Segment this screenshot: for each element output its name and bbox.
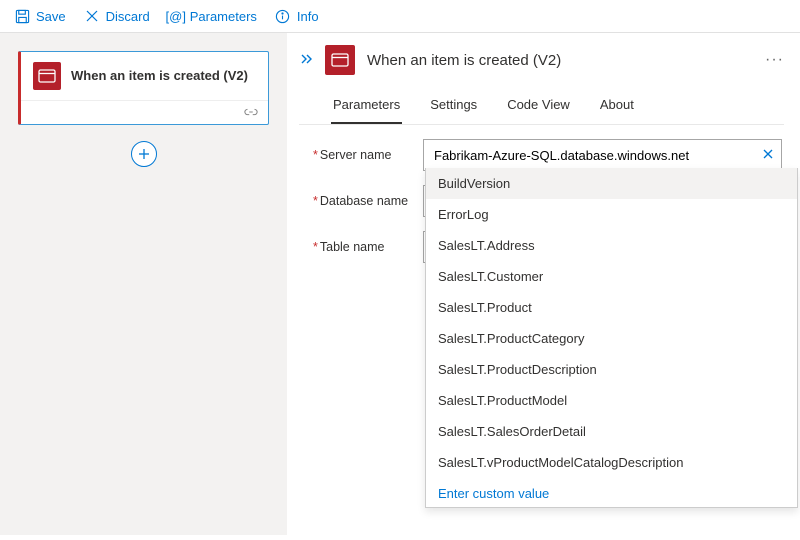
designer-canvas: When an item is created (V2) [0, 33, 287, 535]
info-icon [275, 8, 291, 24]
tab-settings[interactable]: Settings [428, 89, 479, 124]
detail-title: When an item is created (V2) [367, 52, 561, 69]
card-link-icon [21, 100, 268, 124]
tab-parameters[interactable]: Parameters [331, 89, 402, 124]
tabs: Parameters Settings Code View About [299, 89, 784, 125]
dropdown-option[interactable]: SalesLT.SalesOrderDetail [426, 416, 797, 447]
server-name-label: *Server name [313, 148, 423, 162]
clear-icon[interactable] [762, 147, 774, 163]
enter-custom-value[interactable]: Enter custom value [426, 478, 797, 508]
sql-icon [325, 45, 355, 75]
parameters-label: Parameters [190, 9, 257, 24]
database-name-label: *Database name [313, 194, 423, 208]
dropdown-option[interactable]: BuildVersion [426, 168, 797, 199]
dropdown-option[interactable]: SalesLT.ProductCategory [426, 323, 797, 354]
info-button[interactable]: Info [275, 8, 319, 24]
collapse-chevron-icon[interactable] [299, 52, 313, 68]
dropdown-option[interactable]: ErrorLog [426, 199, 797, 230]
dropdown-option[interactable]: SalesLT.ProductDescription [426, 354, 797, 385]
sql-icon [33, 62, 61, 90]
toolbar: Save Discard [@] Parameters Info [0, 0, 800, 33]
close-icon [84, 8, 100, 24]
dropdown-option[interactable]: SalesLT.Address [426, 230, 797, 261]
table-name-label: *Table name [313, 240, 423, 254]
parameters-form: *Server name *Database name [299, 125, 784, 263]
discard-label: Discard [106, 9, 150, 24]
table-dropdown: BuildVersion ErrorLog SalesLT.Address Sa… [425, 168, 798, 508]
info-label: Info [297, 9, 319, 24]
save-icon [14, 8, 30, 24]
dropdown-option[interactable]: SalesLT.Product [426, 292, 797, 323]
dropdown-option[interactable]: SalesLT.Customer [426, 261, 797, 292]
detail-panel: When an item is created (V2) ··· Paramet… [287, 33, 800, 535]
tab-codeview[interactable]: Code View [505, 89, 572, 124]
trigger-title: When an item is created (V2) [71, 68, 248, 85]
dropdown-option[interactable]: SalesLT.ProductModel [426, 385, 797, 416]
parameters-icon: [@] [168, 8, 184, 24]
more-menu-button[interactable]: ··· [765, 51, 784, 69]
server-name-input[interactable] [423, 139, 782, 171]
dropdown-option[interactable]: SalesLT.vProductModelCatalogDescription [426, 447, 797, 478]
parameters-button[interactable]: [@] Parameters [168, 8, 257, 24]
discard-button[interactable]: Discard [84, 8, 150, 24]
tab-about[interactable]: About [598, 89, 636, 124]
save-button[interactable]: Save [14, 8, 66, 24]
trigger-card[interactable]: When an item is created (V2) [18, 51, 269, 125]
save-label: Save [36, 9, 66, 24]
add-step-button[interactable] [131, 141, 157, 167]
